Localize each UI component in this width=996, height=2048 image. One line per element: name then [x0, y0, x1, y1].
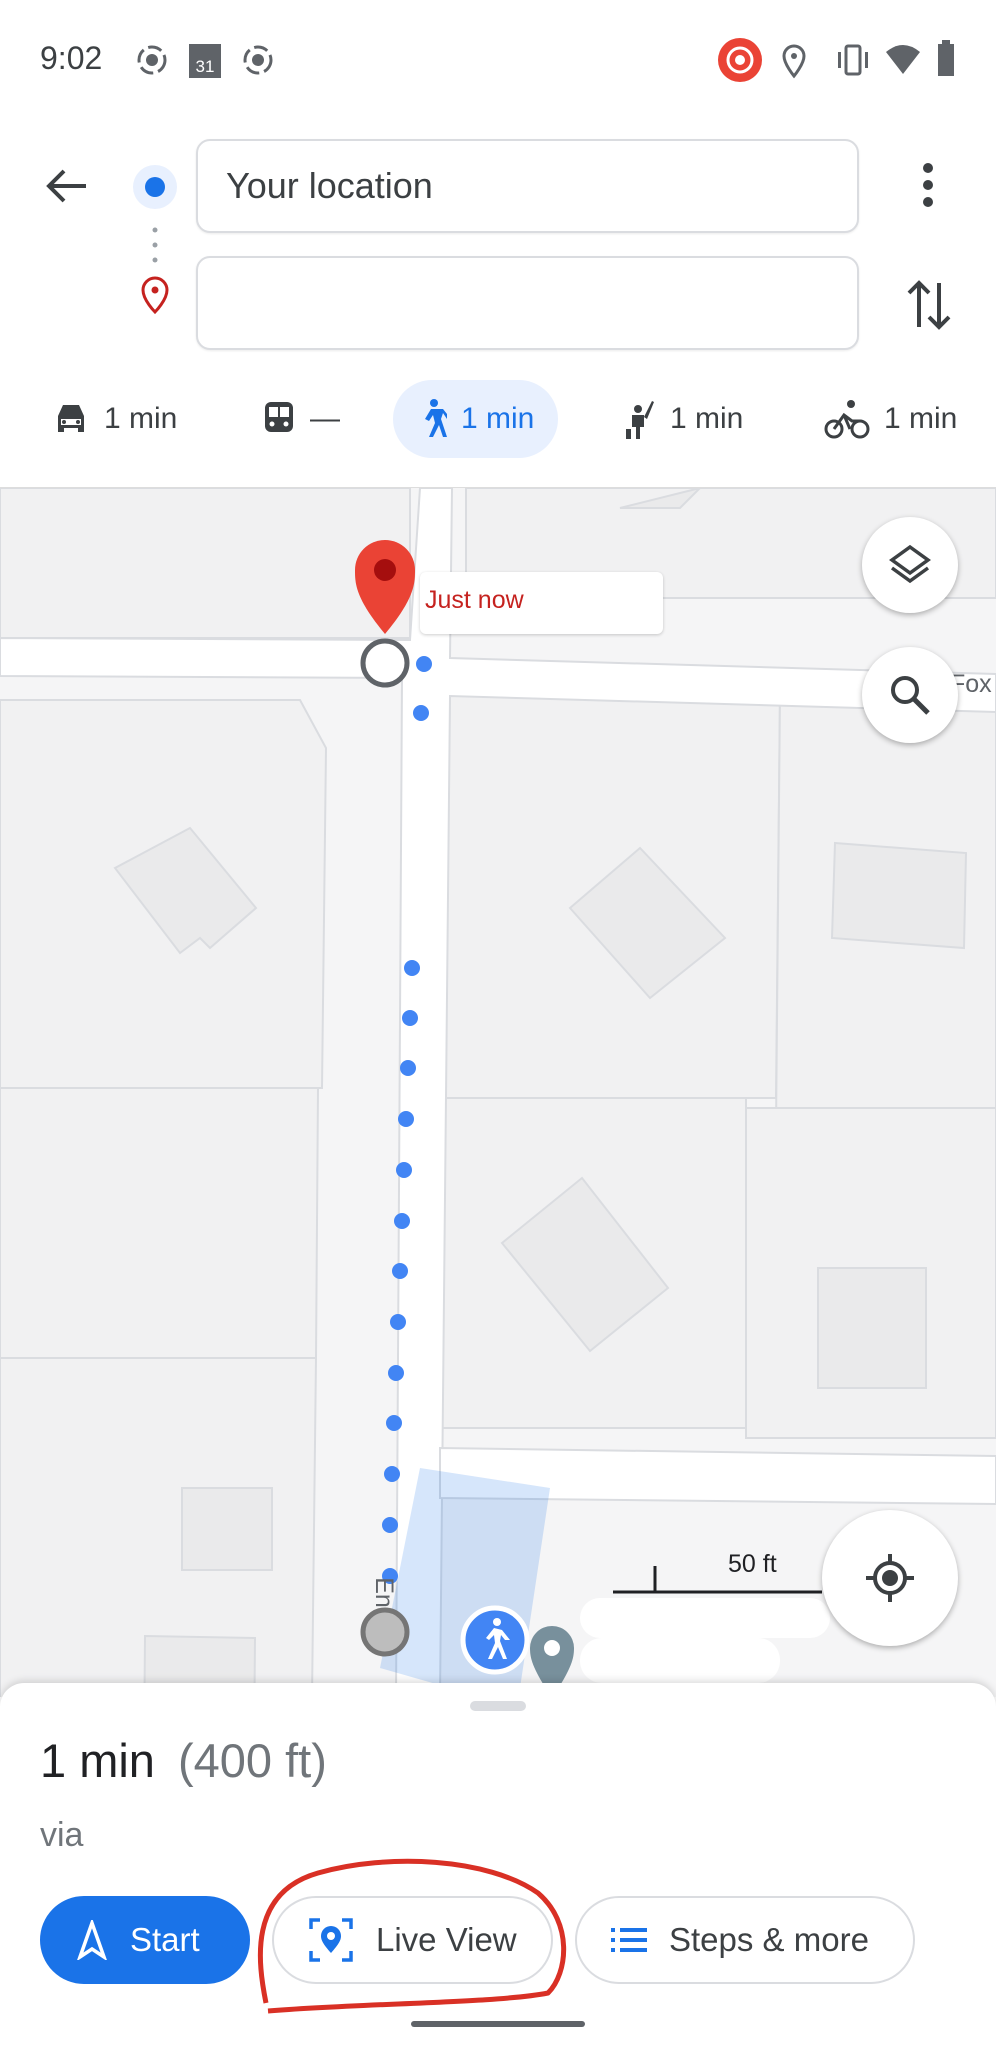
my-location-button[interactable] [822, 1510, 958, 1646]
train-icon [265, 402, 293, 432]
route-markers [133, 165, 177, 315]
destination-pin-icon [141, 276, 169, 315]
record-active-icon [718, 38, 762, 82]
timestamp-bubble: Just now [420, 572, 663, 634]
tab-transit[interactable]: — [262, 380, 340, 458]
duration: 1 min [40, 1734, 155, 1787]
map-view[interactable]: Just now Fox En 50 ft [0, 487, 996, 1697]
origin-waypoint [360, 1607, 410, 1657]
walk-icon [425, 399, 447, 437]
search-along-route-button[interactable] [862, 647, 958, 743]
tab-walk[interactable]: 1 min [393, 380, 559, 458]
via-label: via [40, 1816, 84, 1854]
notification-icons: 31 [137, 44, 273, 78]
distance: (400 ft) [178, 1734, 327, 1787]
crosshair-icon [866, 1554, 914, 1602]
user-location-walk-icon [460, 1605, 530, 1675]
car-icon [58, 405, 84, 432]
search-icon [891, 676, 930, 715]
origin-dot-icon [145, 177, 165, 197]
ride-hail-icon [626, 401, 654, 439]
map-canvas [0, 488, 996, 1697]
drag-handle[interactable] [470, 1701, 526, 1711]
street-label: En [369, 1577, 398, 1608]
vibrate-icon [838, 44, 868, 76]
scale-bar [613, 1566, 822, 1594]
home-indicator[interactable] [411, 2021, 585, 2027]
destination-input[interactable] [196, 256, 859, 350]
travel-mode-tabs: 1 min — 1 min 1 min 1 min [0, 380, 996, 458]
start-button[interactable]: Start [40, 1896, 250, 1984]
status-bar: 9:02 31 [0, 0, 996, 120]
tab-bike[interactable]: 1 min [824, 380, 957, 458]
more-options-button[interactable] [912, 160, 944, 210]
route-summary: 1 min (400 ft) [40, 1733, 327, 1788]
layers-button[interactable] [862, 517, 958, 613]
steps-and-more-button[interactable]: Steps & more [575, 1896, 915, 1984]
red-annotation-circle [257, 1858, 567, 2014]
list-icon [611, 1928, 647, 1952]
status-time: 9:02 [40, 40, 103, 76]
navigation-arrow-icon [77, 1920, 107, 1960]
back-button[interactable] [44, 166, 90, 206]
bike-icon [824, 400, 870, 439]
swap-button[interactable] [904, 277, 954, 333]
wifi-icon [886, 45, 920, 74]
layers-icon [889, 544, 931, 584]
scale-label: 50 ft [728, 1550, 777, 1578]
tab-ride-hail[interactable]: 1 min [624, 380, 743, 458]
calendar-icon: 31 [189, 44, 221, 78]
destination-waypoint [360, 638, 410, 688]
tab-drive[interactable]: 1 min [52, 380, 177, 458]
origin-input[interactable]: Your location [196, 139, 859, 233]
system-icons [718, 38, 954, 82]
screen-record-icon [243, 45, 273, 75]
battery-icon [938, 40, 954, 76]
location-icon [782, 44, 806, 79]
screen-record-icon [137, 45, 167, 75]
svg-text:31: 31 [196, 57, 215, 76]
directions-bottom-sheet: 1 min (400 ft) via Start Live View Steps… [0, 1683, 996, 2048]
